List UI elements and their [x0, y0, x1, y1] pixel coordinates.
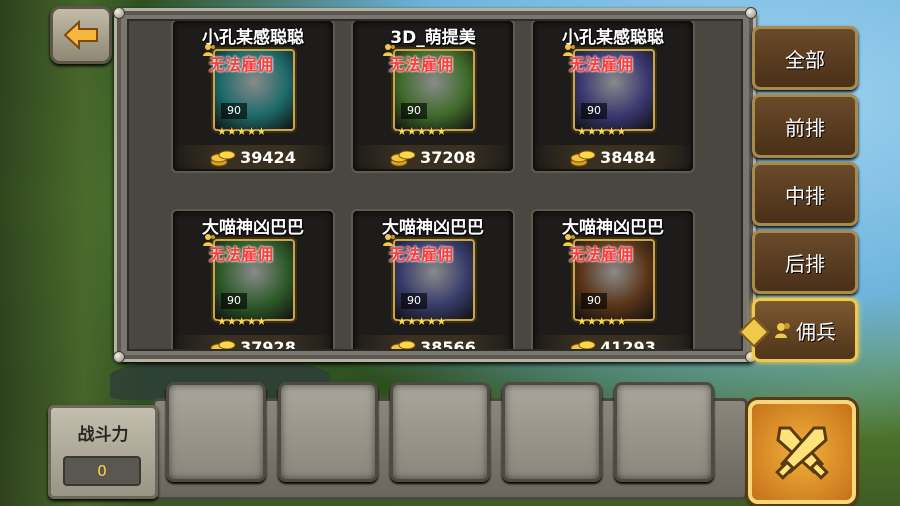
- combat-power-value: 0: [63, 456, 141, 486]
- coin-stack-icon: [390, 340, 416, 349]
- hire-cost-value: 39424: [240, 147, 296, 167]
- mercenary-level: 90: [581, 293, 607, 309]
- tab-all[interactable]: 全部: [752, 26, 858, 90]
- mercenary-name: 小孔某感聪聪: [562, 28, 664, 48]
- star-rating: ★★★★★: [397, 315, 447, 328]
- combat-power-label: 战斗力: [77, 425, 129, 445]
- mercenary-card[interactable]: 小孔某感聪聪 无法雇佣 90 ★★★★★ 39424: [171, 21, 335, 173]
- hire-cost: 37928: [173, 335, 333, 351]
- hire-cost-value: 41293: [600, 337, 656, 351]
- coin-stack-icon: [390, 150, 416, 167]
- coin-stack-icon: [570, 340, 596, 349]
- hire-cost: 41293: [533, 335, 693, 351]
- formation-slot[interactable]: [166, 382, 266, 482]
- hire-status: 无法雇佣: [569, 55, 634, 74]
- person-icon: [775, 323, 790, 338]
- mercenary-name: 小孔某感聪聪: [202, 28, 304, 48]
- mercenary-name: 大喵神凶巴巴: [562, 218, 664, 238]
- mercenary-level: 90: [401, 293, 427, 309]
- hire-cost: 39424: [173, 145, 333, 169]
- tab-mercenary[interactable]: 佣兵: [738, 298, 858, 362]
- fight-button[interactable]: [748, 400, 856, 504]
- hire-cost-value: 38566: [420, 337, 476, 351]
- mercenary-card[interactable]: 小孔某感聪聪 无法雇佣 90 ★★★★★ 38484: [531, 21, 695, 173]
- mercenary-grid: 小孔某感聪聪 无法雇佣 90 ★★★★★ 39424 3D_萌提美 无法雇佣 9…: [127, 19, 743, 351]
- mercenary-card[interactable]: 大喵神凶巴巴 无法雇佣 90 ★★★★★ 41293: [531, 209, 695, 351]
- tab-label: 中排: [785, 183, 825, 208]
- hire-cost: 37208: [353, 145, 513, 169]
- crossed-swords-icon: [775, 426, 829, 480]
- mercenary-level: 90: [221, 103, 247, 119]
- tab-label: 前排: [785, 115, 825, 140]
- hire-status: 无法雇佣: [569, 245, 634, 264]
- mercenary-panel: 小孔某感聪聪 无法雇佣 90 ★★★★★ 39424 3D_萌提美 无法雇佣 9…: [113, 7, 757, 363]
- rivet: [113, 7, 125, 19]
- star-rating: ★★★★★: [217, 315, 267, 328]
- tab-front-row[interactable]: 前排: [752, 94, 858, 158]
- mercenary-card[interactable]: 3D_萌提美 无法雇佣 90 ★★★★★ 37208: [351, 21, 515, 173]
- tab-back-row[interactable]: 后排: [752, 230, 858, 294]
- hire-status: 无法雇佣: [209, 245, 274, 264]
- formation-slot[interactable]: [278, 382, 378, 482]
- hire-cost: 38484: [533, 145, 693, 169]
- tab-label: 全部: [785, 47, 825, 72]
- coin-stack-icon: [210, 340, 236, 349]
- hire-status: 无法雇佣: [209, 55, 274, 74]
- coin-stack-icon: [210, 150, 236, 167]
- star-rating: ★★★★★: [397, 125, 447, 138]
- mercenary-name: 3D_萌提美: [390, 28, 476, 48]
- mercenary-card[interactable]: 大喵神凶巴巴 无法雇佣 90 ★★★★★ 38566: [351, 209, 515, 351]
- formation-slot[interactable]: [614, 382, 714, 482]
- hire-status: 无法雇佣: [389, 245, 454, 264]
- coin-stack-icon: [570, 150, 596, 167]
- rivet: [745, 7, 757, 19]
- rivet: [113, 351, 125, 363]
- star-rating: ★★★★★: [577, 315, 627, 328]
- hire-status: 无法雇佣: [389, 55, 454, 74]
- arrow-left-icon: [63, 20, 98, 50]
- formation-slot[interactable]: [502, 382, 602, 482]
- star-rating: ★★★★★: [577, 125, 627, 138]
- hire-cost-value: 37928: [240, 337, 296, 351]
- tab-label: 佣兵: [796, 319, 836, 344]
- back-button[interactable]: [50, 6, 112, 64]
- mercenary-name: 大喵神凶巴巴: [202, 218, 304, 238]
- formation-slot[interactable]: [390, 382, 490, 482]
- mercenary-level: 90: [221, 293, 247, 309]
- hire-cost-value: 38484: [600, 147, 656, 167]
- mercenary-name: 大喵神凶巴巴: [382, 218, 484, 238]
- tab-label: 后排: [785, 251, 825, 276]
- mercenary-level: 90: [581, 103, 607, 119]
- star-rating: ★★★★★: [217, 125, 267, 138]
- mercenary-level: 90: [401, 103, 427, 119]
- hire-cost-value: 37208: [420, 147, 476, 167]
- tab-middle-row[interactable]: 中排: [752, 162, 858, 226]
- combat-power-box: 战斗力 0: [48, 405, 158, 499]
- mercenary-card[interactable]: 大喵神凶巴巴 无法雇佣 90 ★★★★★ 37928: [171, 209, 335, 351]
- hire-cost: 38566: [353, 335, 513, 351]
